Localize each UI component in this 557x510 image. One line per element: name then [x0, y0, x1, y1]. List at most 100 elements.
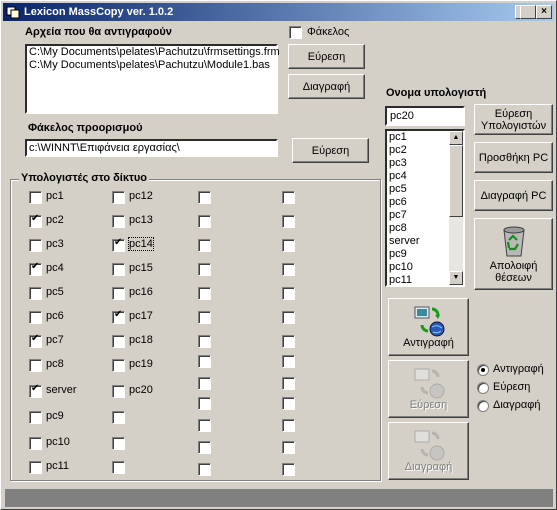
computer-list-item[interactable]: pc3 — [387, 157, 449, 170]
network-spare-checkbox[interactable] — [282, 311, 295, 324]
network-pc-checkbox[interactable] — [112, 385, 125, 398]
find-computers-button[interactable]: Εύρεση Υπολογιστών — [474, 104, 553, 135]
network-spare-checkbox[interactable] — [282, 397, 295, 410]
network-pc-label: pc13 — [129, 214, 153, 226]
network-pc-checkbox[interactable] — [29, 213, 42, 228]
remove-pc-button[interactable]: Διαγραφή PC — [474, 180, 553, 211]
network-spare-checkbox[interactable] — [198, 419, 211, 432]
network-pc-checkbox[interactable] — [29, 261, 42, 276]
computer-list-item[interactable]: pc10 — [387, 261, 449, 274]
network-spare-checkbox[interactable] — [282, 419, 295, 432]
network-pc-checkbox[interactable] — [112, 215, 125, 228]
close-button[interactable]: × — [536, 5, 552, 19]
destination-input[interactable]: c:\WINNT\Επιφάνεια εργασίας\ — [25, 139, 278, 157]
files-browse-button[interactable]: Εύρεση — [288, 44, 365, 69]
network-spare-checkbox[interactable] — [198, 463, 211, 476]
network-spare-checkbox[interactable] — [198, 239, 211, 252]
network-pc-checkbox[interactable] — [29, 239, 42, 252]
add-pc-button[interactable]: Προσθήκη PC — [474, 142, 553, 173]
computer-list-item[interactable]: pc6 — [387, 196, 449, 209]
window-title: Lexicon MassCopy ver. 1.0.2 — [24, 6, 174, 18]
find-button[interactable]: Εύρεση — [388, 360, 469, 418]
network-spare-checkbox[interactable] — [198, 355, 211, 368]
network-pc-checkbox[interactable] — [112, 359, 125, 372]
network-pc-label: pc10 — [46, 436, 70, 448]
network-pc-label: pc1 — [46, 190, 64, 202]
network-spare-checkbox[interactable] — [282, 239, 295, 252]
recycle-button[interactable]: Απολοιφή θέσεων — [474, 218, 553, 290]
file-item[interactable]: C:\My Documents\pelates\Pachutzu\frmsett… — [27, 46, 280, 59]
delete-icon — [412, 429, 446, 461]
network-pc-checkbox[interactable] — [29, 359, 42, 372]
network-pc-checkbox[interactable] — [112, 437, 125, 450]
network-spare-checkbox[interactable] — [198, 263, 211, 276]
scroll-up-icon[interactable]: ▲ — [449, 131, 463, 145]
mode-delete-radio[interactable] — [477, 400, 489, 412]
network-pc-label: pc3 — [46, 238, 64, 250]
copy-label: Αντιγραφή — [403, 337, 454, 349]
network-pc-checkbox[interactable] — [29, 287, 42, 300]
files-listbox[interactable]: C:\My Documents\pelates\Pachutzu\frmsett… — [25, 44, 280, 114]
network-pc-label: pc18 — [129, 334, 153, 346]
network-spare-checkbox[interactable] — [282, 441, 295, 454]
maximize-button[interactable] — [520, 5, 536, 19]
title-bar[interactable]: Lexicon MassCopy ver. 1.0.2 — [3, 3, 554, 21]
destination-label: Φάκελος προορισμού — [28, 122, 143, 134]
destination-browse-button[interactable]: Εύρεση — [292, 138, 369, 163]
network-pc-checkbox[interactable] — [29, 437, 42, 450]
network-spare-checkbox[interactable] — [282, 377, 295, 390]
computer-list-item[interactable]: server — [387, 235, 449, 248]
network-pc-checkbox[interactable] — [112, 309, 125, 324]
computer-list-item[interactable]: pc4 — [387, 170, 449, 183]
file-item[interactable]: C:\My Documents\pelates\Pachutzu\Module1… — [27, 59, 276, 72]
network-label: Υπολογιστές στο δίκτυο — [19, 172, 150, 184]
mode-copy-radio[interactable] — [477, 364, 489, 376]
network-spare-checkbox[interactable] — [282, 191, 295, 204]
mode-find-radio[interactable] — [477, 382, 489, 394]
computer-list-item[interactable]: pc1 — [387, 131, 449, 144]
network-spare-checkbox[interactable] — [282, 215, 295, 228]
computer-list-item[interactable]: pc8 — [387, 222, 449, 235]
network-pc-checkbox[interactable] — [29, 411, 42, 424]
network-pc-checkbox[interactable] — [29, 333, 42, 348]
computer-listbox[interactable]: pc1 pc2 pc3 pc4 pc5 pc6 pc7 pc8 server pc9 pc10 pc1… — [385, 129, 465, 287]
network-spare-checkbox[interactable] — [198, 335, 211, 348]
network-spare-checkbox[interactable] — [282, 355, 295, 368]
network-spare-checkbox[interactable] — [198, 441, 211, 454]
network-spare-checkbox[interactable] — [198, 311, 211, 324]
network-pc-checkbox[interactable] — [112, 237, 125, 252]
delete-button[interactable]: Διαγραφή — [388, 422, 469, 480]
network-pc-checkbox[interactable] — [29, 461, 42, 474]
folder-checkbox[interactable] — [289, 26, 302, 39]
network-spare-checkbox[interactable] — [282, 463, 295, 476]
computer-list-item[interactable]: pc11 — [387, 274, 449, 285]
network-pc-checkbox[interactable] — [112, 411, 125, 424]
computer-list-item[interactable]: pc2 — [387, 144, 449, 157]
computer-list-item[interactable]: pc7 — [387, 209, 449, 222]
network-spare-checkbox[interactable] — [198, 287, 211, 300]
network-pc-checkbox[interactable] — [112, 263, 125, 276]
computer-list-scrollbar[interactable]: ▲ ▼ — [449, 131, 463, 285]
network-pc-checkbox[interactable] — [112, 191, 125, 204]
network-spare-checkbox[interactable] — [282, 263, 295, 276]
network-pc-checkbox[interactable] — [29, 191, 42, 204]
copy-button[interactable]: Αντιγραφή — [388, 298, 469, 356]
app-icon — [6, 5, 20, 19]
computer-list-item[interactable]: pc9 — [387, 248, 449, 261]
scroll-thumb[interactable] — [449, 145, 463, 217]
network-spare-checkbox[interactable] — [198, 377, 211, 390]
network-pc-checkbox[interactable] — [112, 335, 125, 348]
computer-list-item[interactable]: pc5 — [387, 183, 449, 196]
network-spare-checkbox[interactable] — [282, 287, 295, 300]
network-spare-checkbox[interactable] — [198, 191, 211, 204]
network-pc-checkbox[interactable] — [112, 461, 125, 474]
network-pc-checkbox[interactable] — [29, 383, 42, 398]
network-pc-checkbox[interactable] — [29, 311, 42, 324]
files-delete-button[interactable]: Διαγραφή — [288, 74, 365, 99]
network-spare-checkbox[interactable] — [198, 397, 211, 410]
network-spare-checkbox[interactable] — [198, 215, 211, 228]
scroll-down-icon[interactable]: ▼ — [449, 271, 463, 285]
network-spare-checkbox[interactable] — [282, 335, 295, 348]
computer-name-input[interactable]: pc20 — [385, 106, 465, 126]
network-pc-checkbox[interactable] — [112, 287, 125, 300]
